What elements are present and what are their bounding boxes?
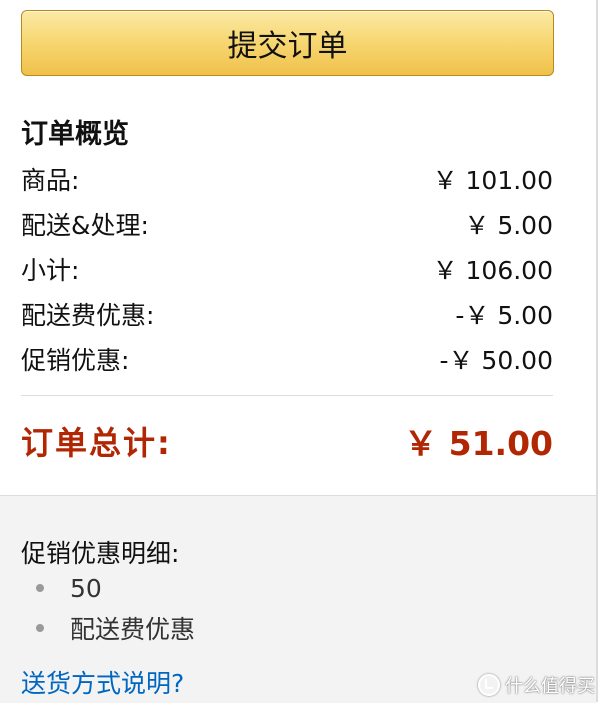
- summary-row-label: 配送&处理:: [21, 211, 149, 240]
- checkmark-logo-icon: [478, 674, 500, 696]
- watermark-text: 什么值得买: [505, 676, 595, 697]
- summary-row-items: 商品: ￥ 101.00: [21, 162, 553, 196]
- summary-row-amount: -￥ 5.00: [455, 301, 553, 330]
- summary-row-amount: ￥ 101.00: [432, 166, 553, 195]
- summary-row-label: 小计:: [21, 256, 80, 285]
- summary-row-shipping: 配送&处理: ￥ 5.00: [21, 207, 553, 241]
- order-total-row: 订单总计: ￥ 51.00: [21, 419, 553, 463]
- summary-row-label: 配送费优惠:: [21, 301, 155, 330]
- summary-row-subtotal: 小计: ￥ 106.00: [21, 252, 553, 286]
- promotion-item-label: 50: [70, 573, 102, 603]
- order-total-amount: ￥ 51.00: [404, 424, 553, 463]
- promotion-item: 50: [36, 572, 102, 604]
- watermark: 什么值得买: [478, 672, 595, 698]
- order-summary-panel: 提交订单 订单概览 商品: ￥ 101.00 配送&处理: ￥ 5.00 小计:…: [0, 0, 598, 703]
- summary-row-label: 促销优惠:: [21, 346, 130, 375]
- promotion-item-label: 配送费优惠: [70, 615, 196, 644]
- promotions-title: 促销优惠明细:: [21, 539, 180, 568]
- promotion-item: 配送费优惠: [36, 612, 195, 644]
- summary-row-label: 商品:: [21, 166, 80, 195]
- bullet-icon: [36, 624, 44, 632]
- summary-title: 订单概览: [21, 119, 129, 150]
- summary-row-amount: -￥ 50.00: [439, 346, 553, 375]
- bullet-icon: [36, 584, 44, 592]
- summary-divider: [21, 395, 553, 396]
- summary-row-shipping-discount: 配送费优惠: -￥ 5.00: [21, 297, 553, 331]
- summary-row-promo-discount: 促销优惠: -￥ 50.00: [21, 342, 553, 376]
- summary-row-amount: ￥ 5.00: [464, 211, 553, 240]
- submit-order-button[interactable]: 提交订单: [21, 10, 554, 76]
- summary-row-amount: ￥ 106.00: [432, 256, 553, 285]
- order-total-label: 订单总计:: [21, 424, 172, 462]
- shipping-help-link[interactable]: 送货方式说明?: [21, 664, 184, 700]
